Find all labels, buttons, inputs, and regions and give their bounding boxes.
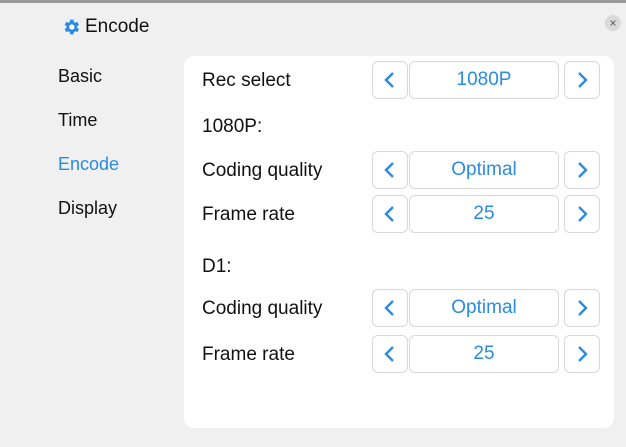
window-title: Encode (61, 16, 149, 38)
sidebar: Basic Time Encode Display (58, 66, 119, 242)
frame-rate-1080p-row: Frame rate 25 (184, 194, 614, 236)
rec-select-value: 1080P (409, 61, 559, 99)
chevron-right-icon (578, 206, 588, 222)
coding-quality-1080p-prev-button[interactable] (372, 151, 408, 189)
gear-icon (64, 19, 79, 35)
frame-rate-d1-row: Frame rate 25 (184, 334, 614, 376)
frame-rate-d1-prev-button[interactable] (372, 335, 408, 373)
encode-panel: Rec select 1080P 1080P: Coding quality O… (184, 56, 614, 428)
window-title-text: Encode (85, 16, 150, 37)
section-d1-heading-row: D1: (184, 246, 614, 288)
rec-select-row: Rec select 1080P (184, 60, 614, 102)
sidebar-item-basic[interactable]: Basic (58, 66, 119, 86)
section-1080p-title: 1080P: (202, 116, 263, 137)
frame-rate-label: Frame rate (202, 204, 295, 225)
coding-quality-1080p-value: Optimal (409, 151, 559, 189)
chevron-left-icon (384, 346, 394, 362)
coding-quality-d1-row: Coding quality Optimal (184, 288, 614, 330)
coding-quality-1080p-next-button[interactable] (564, 151, 600, 189)
frame-rate-1080p-value: 25 (409, 195, 559, 233)
frame-rate-d1-value: 25 (409, 335, 559, 373)
sidebar-item-display[interactable]: Display (58, 198, 119, 218)
coding-quality-d1-next-button[interactable] (564, 289, 600, 327)
chevron-right-icon (578, 72, 588, 88)
section-d1-title: D1: (202, 256, 232, 277)
chevron-left-icon (384, 162, 394, 178)
chevron-right-icon (578, 162, 588, 178)
close-button[interactable]: × (605, 15, 621, 31)
close-icon: × (609, 16, 617, 30)
sidebar-item-time[interactable]: Time (58, 110, 119, 130)
frame-rate-1080p-prev-button[interactable] (372, 195, 408, 233)
coding-quality-d1-value: Optimal (409, 289, 559, 327)
coding-quality-label: Coding quality (202, 298, 323, 319)
chevron-right-icon (578, 346, 588, 362)
chevron-left-icon (384, 72, 394, 88)
frame-rate-1080p-next-button[interactable] (564, 195, 600, 233)
rec-select-next-button[interactable] (564, 61, 600, 99)
chevron-left-icon (384, 300, 394, 316)
frame-rate-label: Frame rate (202, 344, 295, 365)
chevron-right-icon (578, 300, 588, 316)
frame-rate-d1-next-button[interactable] (564, 335, 600, 373)
top-border (0, 0, 626, 3)
section-1080p-heading-row: 1080P: (184, 106, 614, 148)
coding-quality-label: Coding quality (202, 160, 323, 181)
coding-quality-d1-prev-button[interactable] (372, 289, 408, 327)
coding-quality-1080p-row: Coding quality Optimal (184, 150, 614, 192)
rec-select-prev-button[interactable] (372, 61, 408, 99)
chevron-left-icon (384, 206, 394, 222)
rec-select-label: Rec select (202, 70, 291, 91)
sidebar-item-encode[interactable]: Encode (58, 154, 119, 174)
